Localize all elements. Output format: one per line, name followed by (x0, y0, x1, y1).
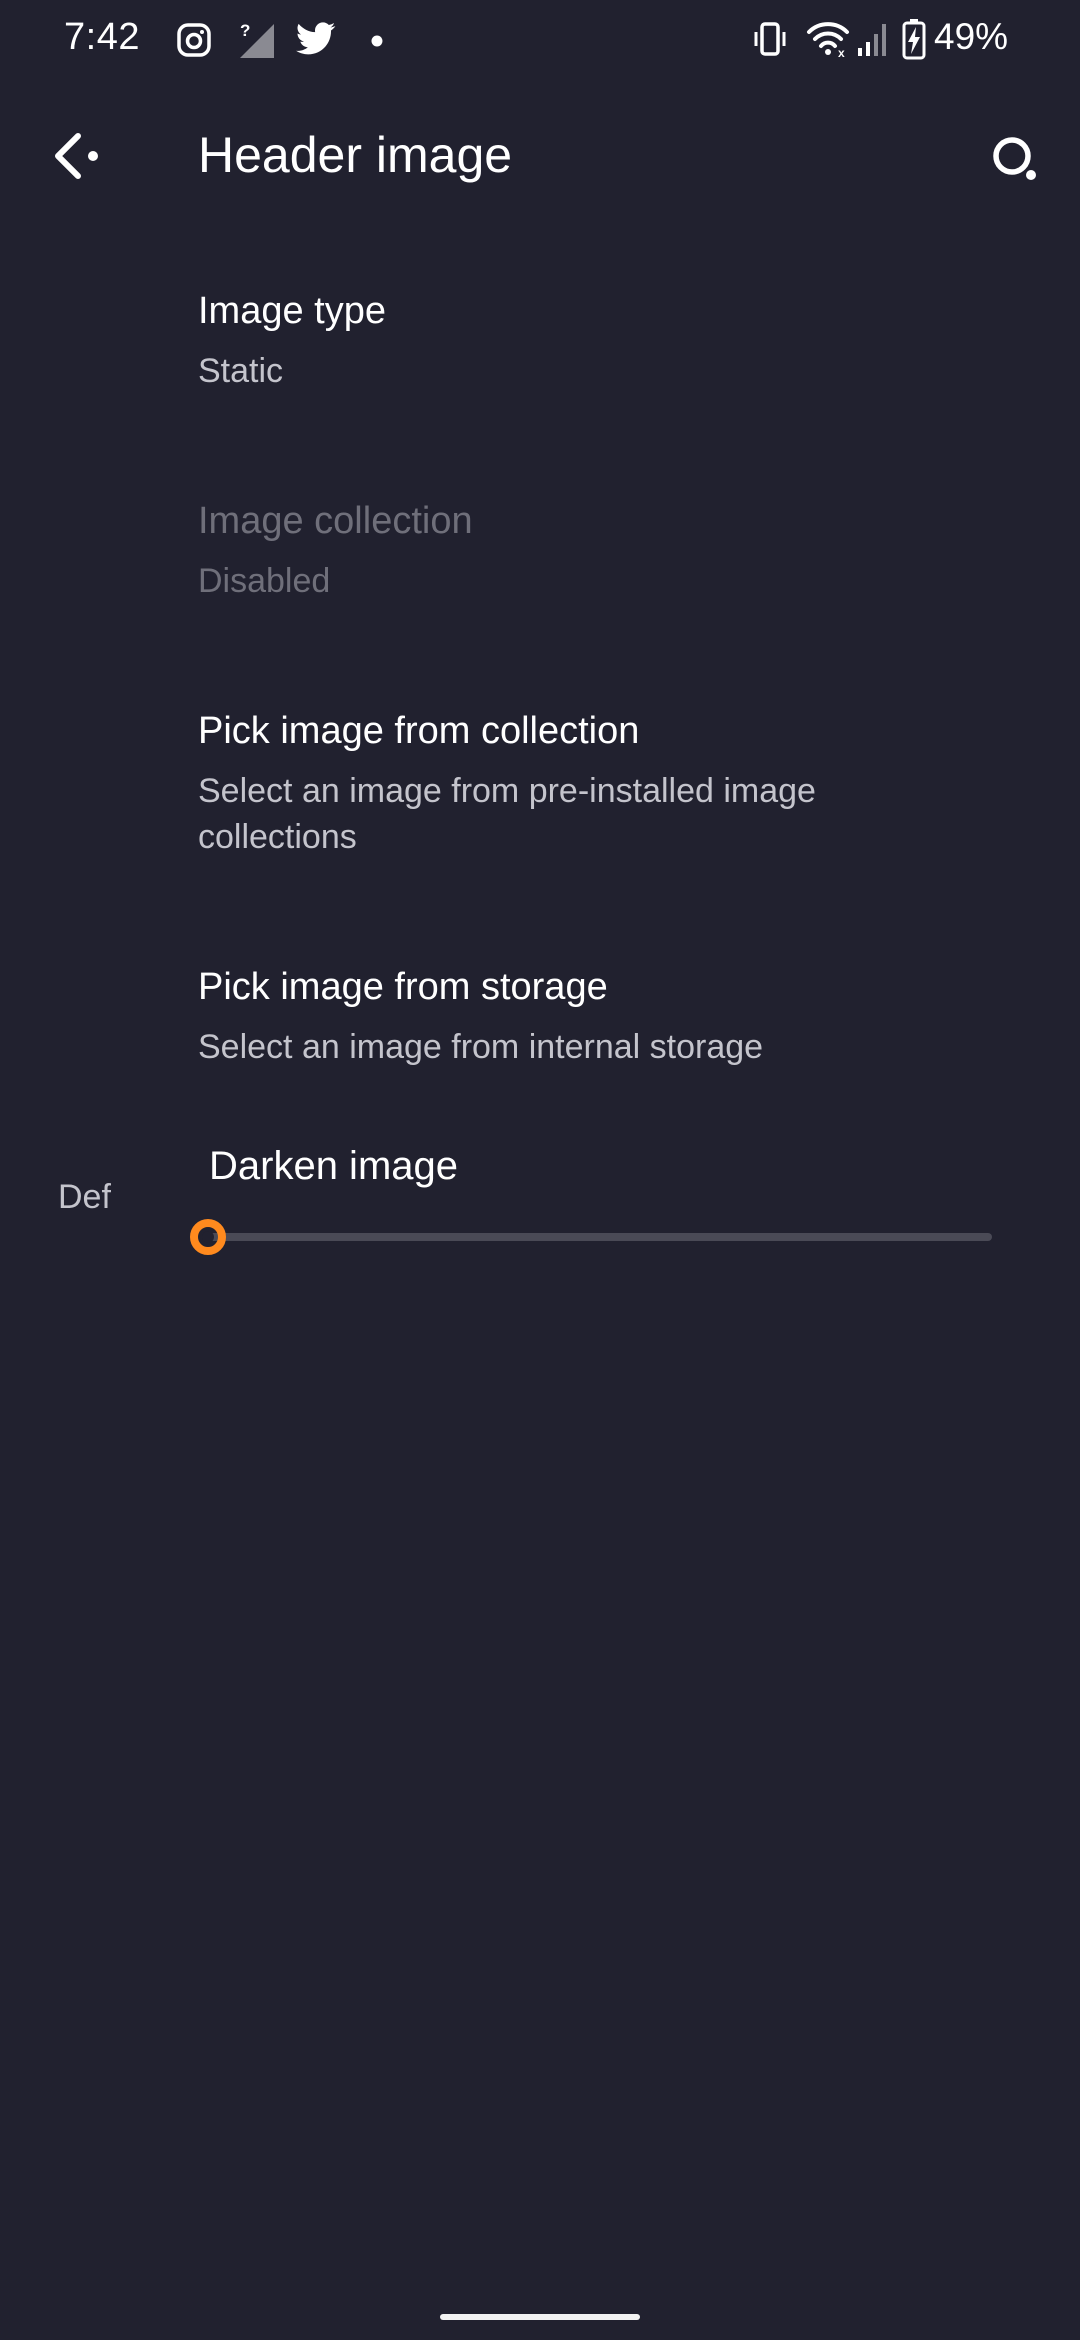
pref-pick-image-from-storage[interactable]: Pick image from storage Select an image … (0, 946, 1080, 1096)
svg-text:x: x (838, 46, 845, 58)
pref-summary: Static (198, 352, 284, 390)
darken-image-label: Darken image (209, 1144, 459, 1188)
darken-image-slider-thumb[interactable] (190, 1219, 226, 1255)
pref-image-collection: Image collection Disabled (0, 480, 1080, 630)
gesture-nav-handle[interactable] (440, 2314, 640, 2320)
vibrate-icon (754, 22, 786, 56)
twitter-icon (296, 22, 336, 55)
back-arrow-icon (55, 133, 98, 179)
pref-title: Pick image from storage (198, 966, 608, 1008)
slider-side-label: Def (58, 1178, 111, 1216)
page-title: Header image (198, 127, 513, 183)
back-button[interactable] (40, 118, 120, 198)
pref-image-type[interactable]: Image type Static (0, 270, 1080, 420)
notification-dot-icon (371, 35, 383, 47)
pref-summary: Disabled (198, 562, 331, 600)
signal-unknown-icon: ? (240, 21, 274, 58)
pref-pick-image-from-collection[interactable]: Pick image from collection Select an ima… (0, 690, 1080, 890)
pref-title: Image type (198, 290, 386, 332)
battery-percent: 49% (934, 16, 1009, 57)
search-button[interactable] (976, 122, 1056, 202)
pref-summary: Select an image from pre-installed image… (198, 772, 816, 856)
pref-title: Image collection (198, 500, 473, 542)
instagram-icon (177, 23, 211, 57)
battery-charging-icon (902, 19, 926, 60)
svg-text:?: ? (240, 21, 250, 40)
wifi-icon: x (807, 22, 849, 58)
pref-title: Pick image from collection (198, 710, 640, 752)
darken-image-slider-track[interactable] (208, 1233, 992, 1241)
search-icon (993, 137, 1036, 180)
status-bar: 7:42 ? x 49% (0, 0, 1080, 80)
pref-summary: Select an image from internal storage (198, 1028, 764, 1066)
cell-signal-icon (858, 24, 886, 56)
status-time: 7:42 (64, 16, 140, 58)
